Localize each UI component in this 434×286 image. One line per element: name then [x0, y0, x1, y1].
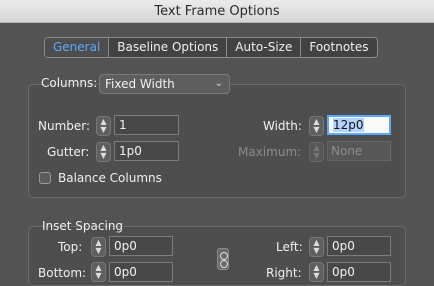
maximum-label: Maximum: — [238, 145, 302, 159]
width-stepper[interactable]: ▲ ▼ — [309, 116, 324, 136]
columns-label: Columns: — [41, 76, 98, 90]
maximum-input: None — [327, 141, 391, 161]
right-stepper[interactable]: ▲ ▼ — [309, 262, 324, 282]
top-label: Top: — [58, 240, 83, 254]
bottom-label: Bottom: — [38, 266, 87, 280]
maximum-stepper: ▲ ▼ — [309, 142, 324, 162]
tab-footnotes[interactable]: Footnotes — [300, 38, 376, 57]
chevron-down-icon: ⌄ — [214, 78, 223, 89]
number-input[interactable]: 1 — [114, 115, 179, 135]
balance-columns-label: Balance Columns — [58, 171, 162, 185]
right-input[interactable]: 0p0 — [327, 262, 391, 282]
bottom-stepper[interactable]: ▲ ▼ — [91, 262, 106, 282]
number-label: Number: — [38, 119, 91, 133]
right-label: Right: — [266, 266, 302, 280]
tab-general[interactable]: General — [45, 38, 109, 57]
window-title: Text Frame Options — [0, 0, 434, 23]
tab-baseline-options[interactable]: Baseline Options — [108, 38, 226, 57]
gutter-label: Gutter: — [47, 145, 90, 159]
tab-bar: General Baseline Options Auto-Size Footn… — [44, 37, 378, 58]
left-label: Left: — [276, 240, 303, 254]
gutter-input[interactable]: 1p0 — [114, 141, 179, 161]
columns-type-select[interactable]: Fixed Width ⌄ — [99, 74, 230, 94]
inset-spacing-title: Inset Spacing — [42, 219, 124, 233]
balance-columns-checkbox[interactable] — [39, 172, 51, 184]
bottom-input[interactable]: 0p0 — [109, 262, 173, 282]
top-stepper[interactable]: ▲ ▼ — [91, 237, 106, 257]
width-input-value: 12p0 — [333, 118, 364, 132]
left-input[interactable]: 0p0 — [327, 236, 391, 256]
chain-link-icon[interactable] — [217, 248, 229, 270]
tab-auto-size[interactable]: Auto-Size — [226, 38, 300, 57]
left-stepper[interactable]: ▲ ▼ — [309, 237, 324, 257]
gutter-stepper[interactable]: ▲ ▼ — [96, 142, 111, 162]
width-label: Width: — [263, 119, 302, 133]
columns-type-value: Fixed Width — [105, 77, 175, 91]
width-input[interactable]: 12p0 — [327, 115, 391, 135]
top-input[interactable]: 0p0 — [109, 236, 173, 256]
number-stepper[interactable]: ▲ ▼ — [96, 116, 111, 136]
